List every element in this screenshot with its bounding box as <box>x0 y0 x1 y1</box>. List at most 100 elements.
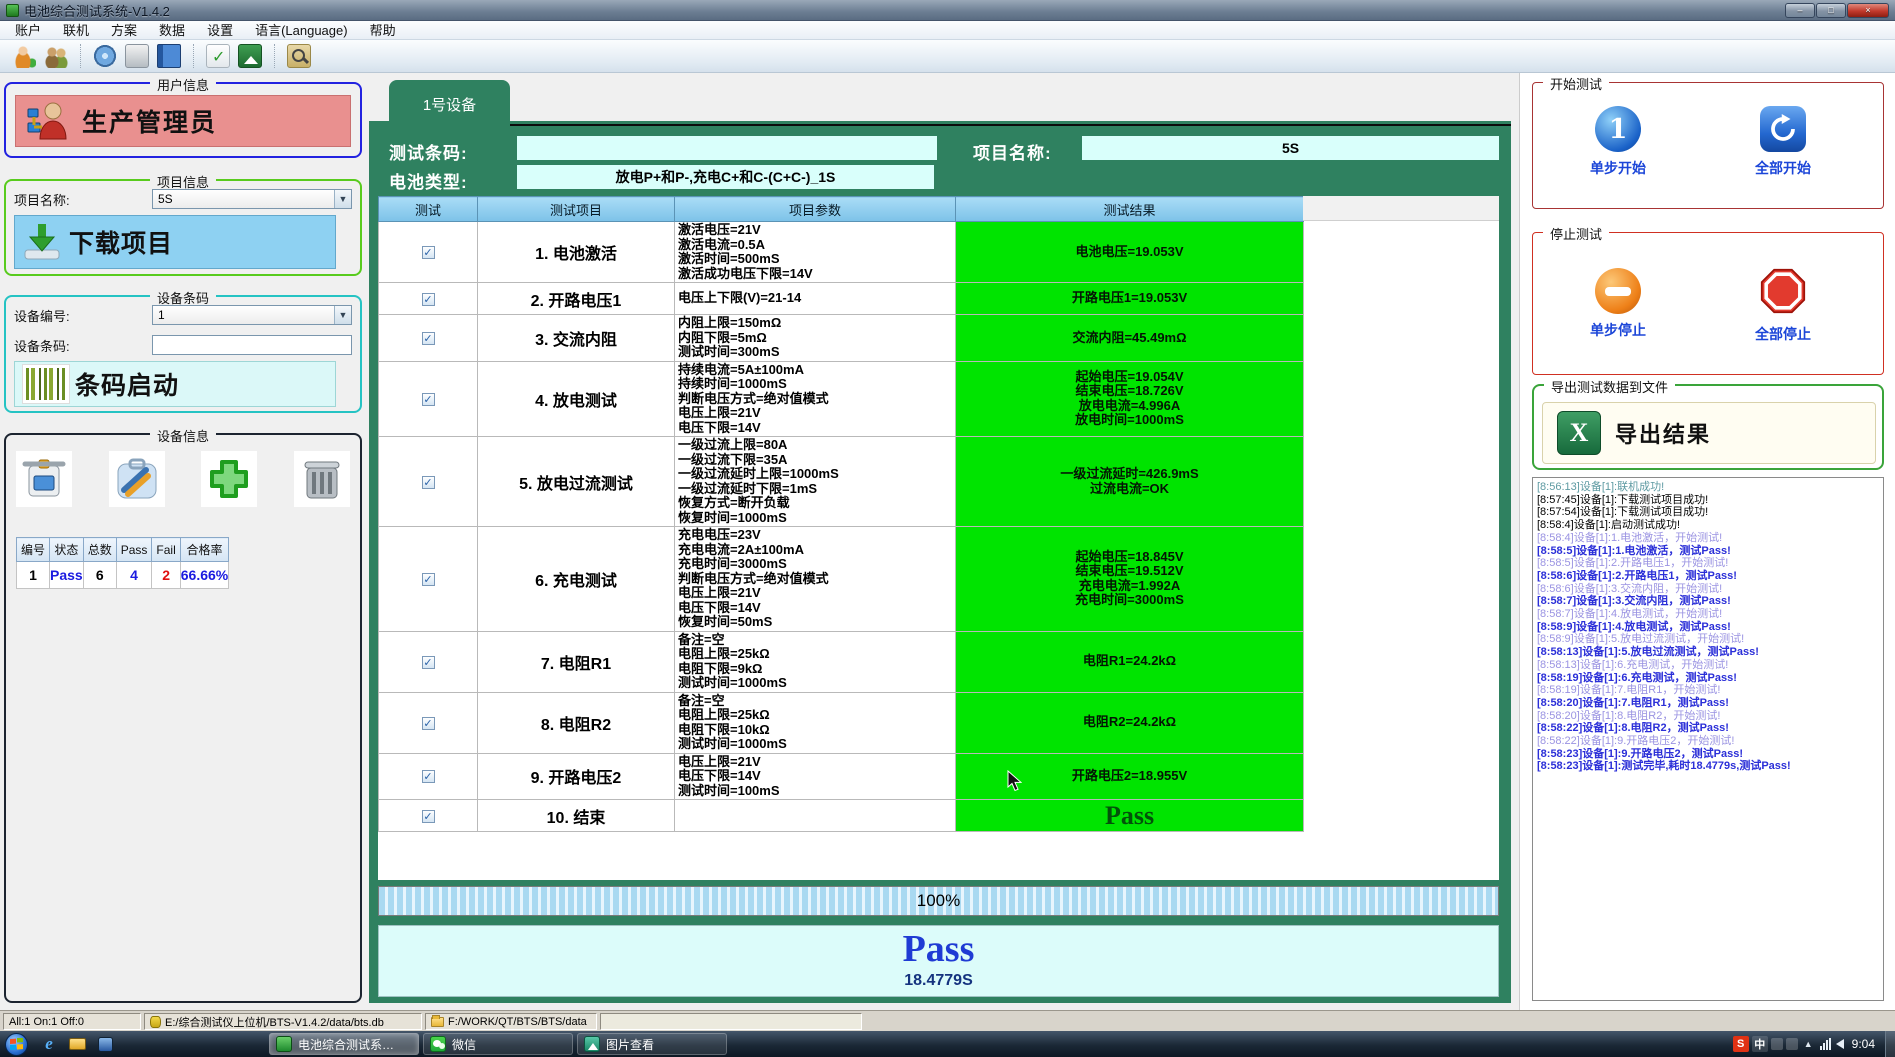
row-checkbox[interactable]: ✓ <box>422 393 435 406</box>
user-group-icon[interactable] <box>44 44 68 68</box>
checkbox-cell: ✓ <box>379 753 478 800</box>
result-line: 电阻R1=24.2kΩ <box>956 654 1303 669</box>
taskbar-apps: 电池综合测试系…微信图片查看 <box>269 1033 731 1055</box>
param-line: 测试时间=100mS <box>678 784 952 799</box>
folder-icon <box>431 1017 444 1027</box>
add-device-button[interactable] <box>201 451 257 507</box>
log-line: [8:58:5]设备[1]:1.电池激活，测试Pass! <box>1537 545 1879 558</box>
table-row: ✓9. 开路电压2电压上限=21V电压下限=14V测试时间=100mS开路电压2… <box>379 753 1304 800</box>
start-all-button[interactable]: 全部开始 <box>1723 105 1843 178</box>
menu-item[interactable]: 帮助 <box>359 21 407 39</box>
log-line: [8:58:20]设备[1]:8.电阻R2，开始测试! <box>1537 710 1879 723</box>
user-name: 生产管理员 <box>82 103 217 139</box>
checkbox-cell: ✓ <box>379 437 478 527</box>
taskbar-app[interactable]: 图片查看 <box>577 1033 727 1055</box>
result-line: 交流内阻=45.49mΩ <box>956 331 1303 346</box>
window-title: 电池综合测试系统-V1.4.2 <box>24 1 170 20</box>
barcode-start-button[interactable]: 条码启动 <box>14 361 336 407</box>
edit-report-icon[interactable] <box>206 44 230 68</box>
device-barcode-row: 设备条码: <box>14 335 352 355</box>
row-checkbox[interactable]: ✓ <box>422 810 435 823</box>
taskbar-app[interactable]: 电池综合测试系… <box>269 1033 419 1055</box>
maximize-button[interactable]: □ <box>1816 3 1846 18</box>
project-name-select[interactable]: 5S ▼ <box>152 189 352 209</box>
wechat-icon <box>430 1036 446 1052</box>
download-project-button[interactable]: 下载项目 <box>14 215 336 269</box>
explorer-folder-icon[interactable] <box>66 1033 88 1055</box>
row-checkbox[interactable]: ✓ <box>422 293 435 306</box>
export-results-button[interactable]: X 导出结果 <box>1542 402 1876 464</box>
test-barcode-input[interactable] <box>517 136 937 160</box>
download-icon <box>21 221 63 263</box>
menu-item[interactable]: 设置 <box>196 21 244 39</box>
sogou-icon[interactable]: S <box>1733 1036 1749 1052</box>
right-panel: 开始测试 1 单步开始 全部开始 停止测试 单步停止 <box>1519 73 1895 1010</box>
globe-icon[interactable] <box>93 44 117 68</box>
image-export-icon[interactable] <box>238 44 262 68</box>
chevron-down-icon[interactable]: ▼ <box>334 306 351 324</box>
result-line: 充电电流=1.992A <box>956 579 1303 594</box>
menu-item[interactable]: 语言(Language) <box>244 21 359 39</box>
row-checkbox[interactable]: ✓ <box>422 332 435 345</box>
menu-item[interactable]: 数据 <box>148 21 196 39</box>
start-test-group: 开始测试 1 单步开始 全部开始 <box>1532 82 1884 209</box>
stop-single-button[interactable]: 单步停止 <box>1558 267 1678 340</box>
app-icon <box>6 4 19 17</box>
log-line: [8:58:22]设备[1]:9.开路电压2，开始测试! <box>1537 735 1879 748</box>
row-checkbox[interactable]: ✓ <box>422 770 435 783</box>
minimize-button[interactable]: – <box>1785 3 1815 18</box>
taskbar: e 电池综合测试系…微信图片查看 S 中 ▲ 9:04 <box>0 1031 1895 1057</box>
start-button[interactable] <box>5 1033 28 1056</box>
param-line: 恢复时间=1000mS <box>678 511 952 526</box>
delete-device-button[interactable] <box>294 451 350 507</box>
log-line: [8:58:19]设备[1]:6.充电测试，测试Pass! <box>1537 672 1879 685</box>
log-line: [8:57:45]设备[1]:下载测试项目成功! <box>1537 494 1879 507</box>
project-name-row: 项目名称: 5S ▼ <box>14 189 352 209</box>
toolbar <box>0 40 1895 73</box>
input-method-icon[interactable]: 中 <box>1752 1036 1768 1052</box>
test-item-name: 5. 放电过流测试 <box>478 437 675 527</box>
result-cell: 电阻R2=24.2kΩ <box>956 692 1304 753</box>
device-barcode-input[interactable] <box>152 335 352 355</box>
device-manager-button[interactable] <box>16 451 72 507</box>
row-checkbox[interactable]: ✓ <box>422 656 435 669</box>
row-checkbox[interactable]: ✓ <box>422 246 435 259</box>
param-line: 电压上限=21V <box>678 586 952 601</box>
close-button[interactable]: × <box>1847 3 1889 18</box>
test-table-header-cell: 项目参数 <box>675 197 956 222</box>
tray-tool-icon[interactable] <box>1771 1038 1783 1050</box>
stop-single-icon <box>1595 268 1641 314</box>
clock[interactable]: 9:04 <box>1852 1037 1875 1051</box>
start-single-icon: 1 <box>1595 106 1641 152</box>
row-checkbox[interactable]: ✓ <box>422 573 435 586</box>
database-icon <box>150 1016 161 1028</box>
start-single-button[interactable]: 1 单步开始 <box>1558 105 1678 178</box>
add-user-icon[interactable] <box>12 44 36 68</box>
app-launcher-icon[interactable] <box>94 1033 116 1055</box>
toolbar-separator <box>193 44 194 68</box>
printer-icon[interactable] <box>125 44 149 68</box>
network-icon[interactable] <box>1819 1038 1831 1050</box>
menu-item[interactable]: 联机 <box>52 21 100 39</box>
menu-item[interactable]: 账户 <box>4 21 52 39</box>
row-checkbox[interactable]: ✓ <box>422 476 435 489</box>
tab-device-1[interactable]: 1号设备 <box>389 80 510 126</box>
log-area[interactable]: [8:56:13]设备[1]:联机成功![8:57:45]设备[1]:下载测试项… <box>1532 477 1884 1001</box>
row-checkbox[interactable]: ✓ <box>422 717 435 730</box>
taskbar-app[interactable]: 微信 <box>423 1033 573 1055</box>
chevron-down-icon[interactable]: ▼ <box>334 190 351 208</box>
address-book-icon[interactable] <box>157 44 181 68</box>
result-line: 开路电压2=18.955V <box>956 769 1303 784</box>
test-barcode-label: 测试条码: <box>389 139 468 164</box>
show-desktop-button[interactable] <box>1885 1031 1895 1057</box>
tray-expand-icon[interactable]: ▲ <box>1804 1039 1813 1049</box>
search-data-icon[interactable] <box>287 44 311 68</box>
browser-icon[interactable]: e <box>38 1033 60 1055</box>
stop-all-button[interactable]: 全部停止 <box>1723 267 1843 344</box>
device-no-select[interactable]: 1 ▼ <box>152 305 352 325</box>
project-name-label: 项目名称: <box>14 190 70 209</box>
speaker-icon[interactable] <box>1836 1039 1844 1049</box>
tray-tool-icon[interactable] <box>1786 1038 1798 1050</box>
menu-item[interactable]: 方案 <box>100 21 148 39</box>
device-settings-button[interactable] <box>109 451 165 507</box>
